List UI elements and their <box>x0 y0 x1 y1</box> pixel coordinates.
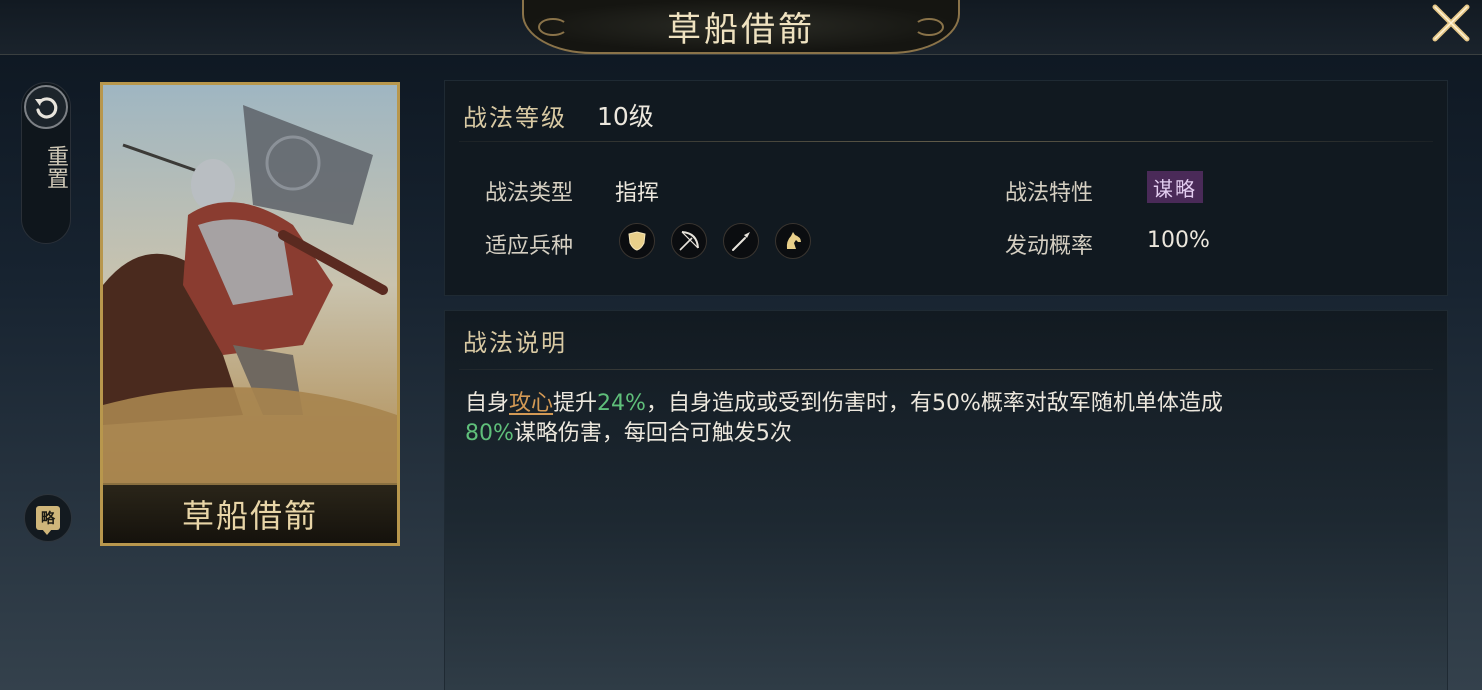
type-value: 指挥 <box>615 181 660 206</box>
keyword-link[interactable]: 攻心 <box>509 391 553 416</box>
highlight-value: 24% <box>597 391 646 416</box>
description-text-part: 自身 <box>465 391 510 416</box>
trait-label: 战法特性 <box>1005 181 1094 206</box>
level-row: 战法等级 10级 <box>463 97 654 133</box>
skill-info-panel: 战法等级 10级 战法类型 指挥 战法特性 谋略 适应兵种 发动概率 100% <box>444 80 1448 296</box>
type-label: 战法类型 <box>485 181 574 206</box>
spear-icon <box>723 223 759 259</box>
shield-icon <box>619 223 655 259</box>
rate-label: 发动概率 <box>1005 234 1094 259</box>
description-panel: 战法说明 自身攻心提升24%，自身造成或受到伤害时，有50%概率对敌军随机单体造… <box>444 310 1448 690</box>
close-button[interactable] <box>1428 0 1474 46</box>
description-text-part: ，自身造成或受到伤害时，有50%概率对敌军随机单体造成 <box>645 391 1223 416</box>
divider <box>459 369 1433 370</box>
strategy-badge: 略 <box>36 506 60 535</box>
bow-icon <box>671 223 707 259</box>
description-heading: 战法说明 <box>463 329 567 357</box>
skill-card-name: 草船借箭 <box>181 497 318 535</box>
troop-icons <box>619 223 811 259</box>
strategy-button[interactable]: 略 <box>24 494 72 542</box>
troops-label: 适应兵种 <box>485 234 574 259</box>
reset-icon <box>24 85 68 129</box>
description-text: 自身攻心提升24%，自身造成或受到伤害时，有50%概率对敌军随机单体造成 80%谋… <box>465 389 1425 449</box>
skill-card-name-bar: 草船借箭 <box>103 483 397 543</box>
divider <box>459 141 1433 142</box>
skill-card: 草船借箭 <box>100 82 400 546</box>
level-value: 10级 <box>597 102 654 131</box>
reset-button[interactable]: 重置 <box>21 82 71 244</box>
skill-card-art <box>103 85 397 485</box>
description-text-part: 提升 <box>553 391 598 416</box>
highlight-value: 80% <box>465 421 514 446</box>
page-title: 草船借箭 <box>667 9 815 50</box>
rate-value: 100% <box>1147 228 1210 253</box>
horse-icon <box>775 223 811 259</box>
title-plate: 草船借箭 <box>522 0 960 54</box>
description-text-part: 谋略伤害，每回合可触发5次 <box>513 421 792 446</box>
level-label: 战法等级 <box>463 103 567 132</box>
trait-tag: 谋略 <box>1147 171 1203 203</box>
reset-label: 重置 <box>43 145 68 189</box>
close-icon <box>1432 4 1470 42</box>
